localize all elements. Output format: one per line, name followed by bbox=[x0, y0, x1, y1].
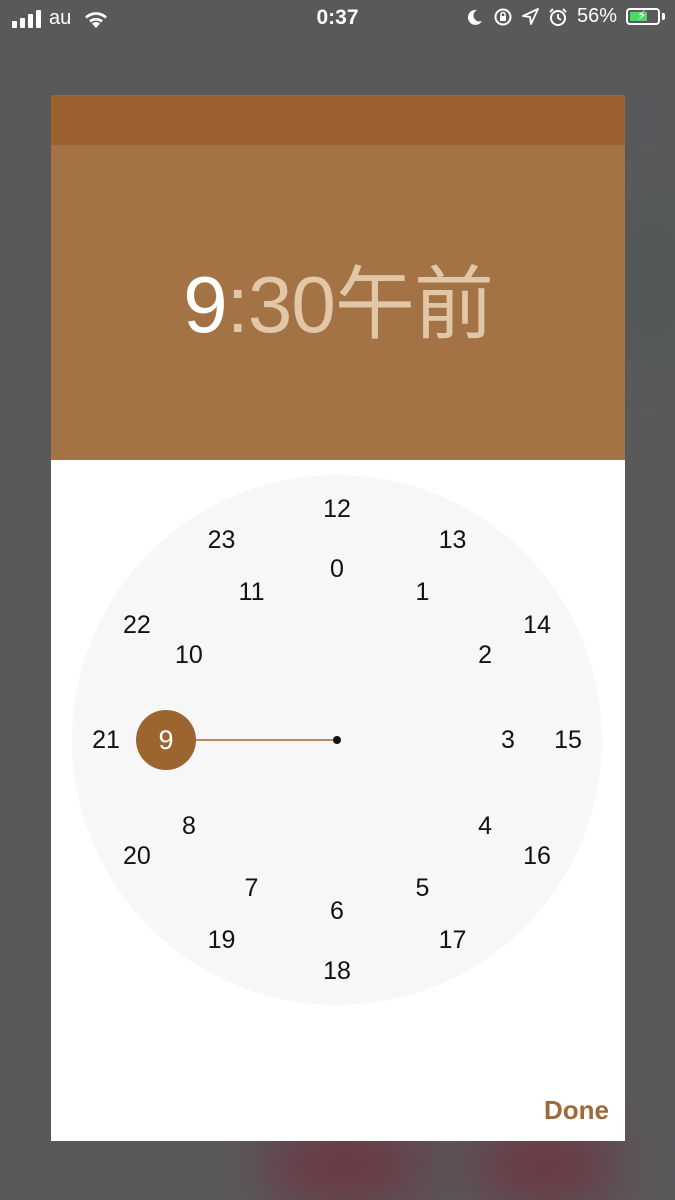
hour-option-19[interactable]: 19 bbox=[197, 925, 247, 955]
hour-option-14[interactable]: 14 bbox=[512, 610, 562, 640]
hour-option-17[interactable]: 17 bbox=[428, 925, 478, 955]
battery-percent: 56% bbox=[576, 5, 617, 27]
hour-option-10[interactable]: 10 bbox=[164, 640, 214, 670]
hour-option-7[interactable]: 7 bbox=[227, 873, 277, 903]
time-display: 9:30午前 bbox=[51, 260, 625, 350]
hour-option-21[interactable]: 21 bbox=[81, 725, 131, 755]
hour-option-6[interactable]: 6 bbox=[312, 896, 362, 926]
hour-option-1[interactable]: 1 bbox=[398, 577, 448, 607]
rotation-lock-icon bbox=[494, 8, 512, 25]
battery-tip bbox=[662, 13, 665, 20]
moon-icon bbox=[467, 9, 482, 25]
dialog-top-bar bbox=[51, 95, 625, 145]
hour-option-20[interactable]: 20 bbox=[112, 841, 162, 871]
hour-option-11[interactable]: 11 bbox=[227, 577, 277, 607]
hour-option-3[interactable]: 3 bbox=[483, 725, 533, 755]
hour-option-22[interactable]: 22 bbox=[112, 610, 162, 640]
hour-option-16[interactable]: 16 bbox=[512, 841, 562, 871]
hour-option-8[interactable]: 8 bbox=[164, 811, 214, 841]
hour-option-0[interactable]: 0 bbox=[312, 554, 362, 584]
done-button[interactable]: Done bbox=[544, 1095, 609, 1126]
alarm-icon bbox=[549, 7, 567, 26]
hour-option-5[interactable]: 5 bbox=[398, 873, 448, 903]
hour-option-2[interactable]: 2 bbox=[460, 640, 510, 670]
location-icon bbox=[522, 8, 539, 25]
clock-face[interactable]: 12 13 14 15 16 17 18 19 20 21 22 23 0 1 2 3 4 5 6 7 8 9 10 11 bbox=[72, 475, 602, 1005]
hour-option-9[interactable]: 9 bbox=[141, 725, 191, 755]
time-minutes-period[interactable]: :30午前 bbox=[227, 260, 494, 349]
hour-option-18[interactable]: 18 bbox=[312, 956, 362, 986]
hour-option-13[interactable]: 13 bbox=[428, 525, 478, 555]
status-bar: au 0:37 56% ⚡ bbox=[0, 0, 675, 38]
time-picker-dialog: 9:30午前 12 13 14 15 16 17 18 19 20 21 22 23 0 1 2 3 4 5 6 7 8… bbox=[51, 95, 625, 1141]
battery-icon: ⚡ bbox=[626, 7, 660, 25]
clock-center-dot bbox=[333, 736, 341, 744]
time-header: 9:30午前 bbox=[51, 145, 625, 460]
hour-option-12[interactable]: 12 bbox=[312, 494, 362, 524]
hour-option-4[interactable]: 4 bbox=[460, 811, 510, 841]
hour-option-15[interactable]: 15 bbox=[543, 725, 593, 755]
time-hour[interactable]: 9 bbox=[183, 260, 227, 349]
status-right: 56% ⚡ bbox=[466, 5, 665, 28]
hour-option-23[interactable]: 23 bbox=[197, 525, 247, 555]
